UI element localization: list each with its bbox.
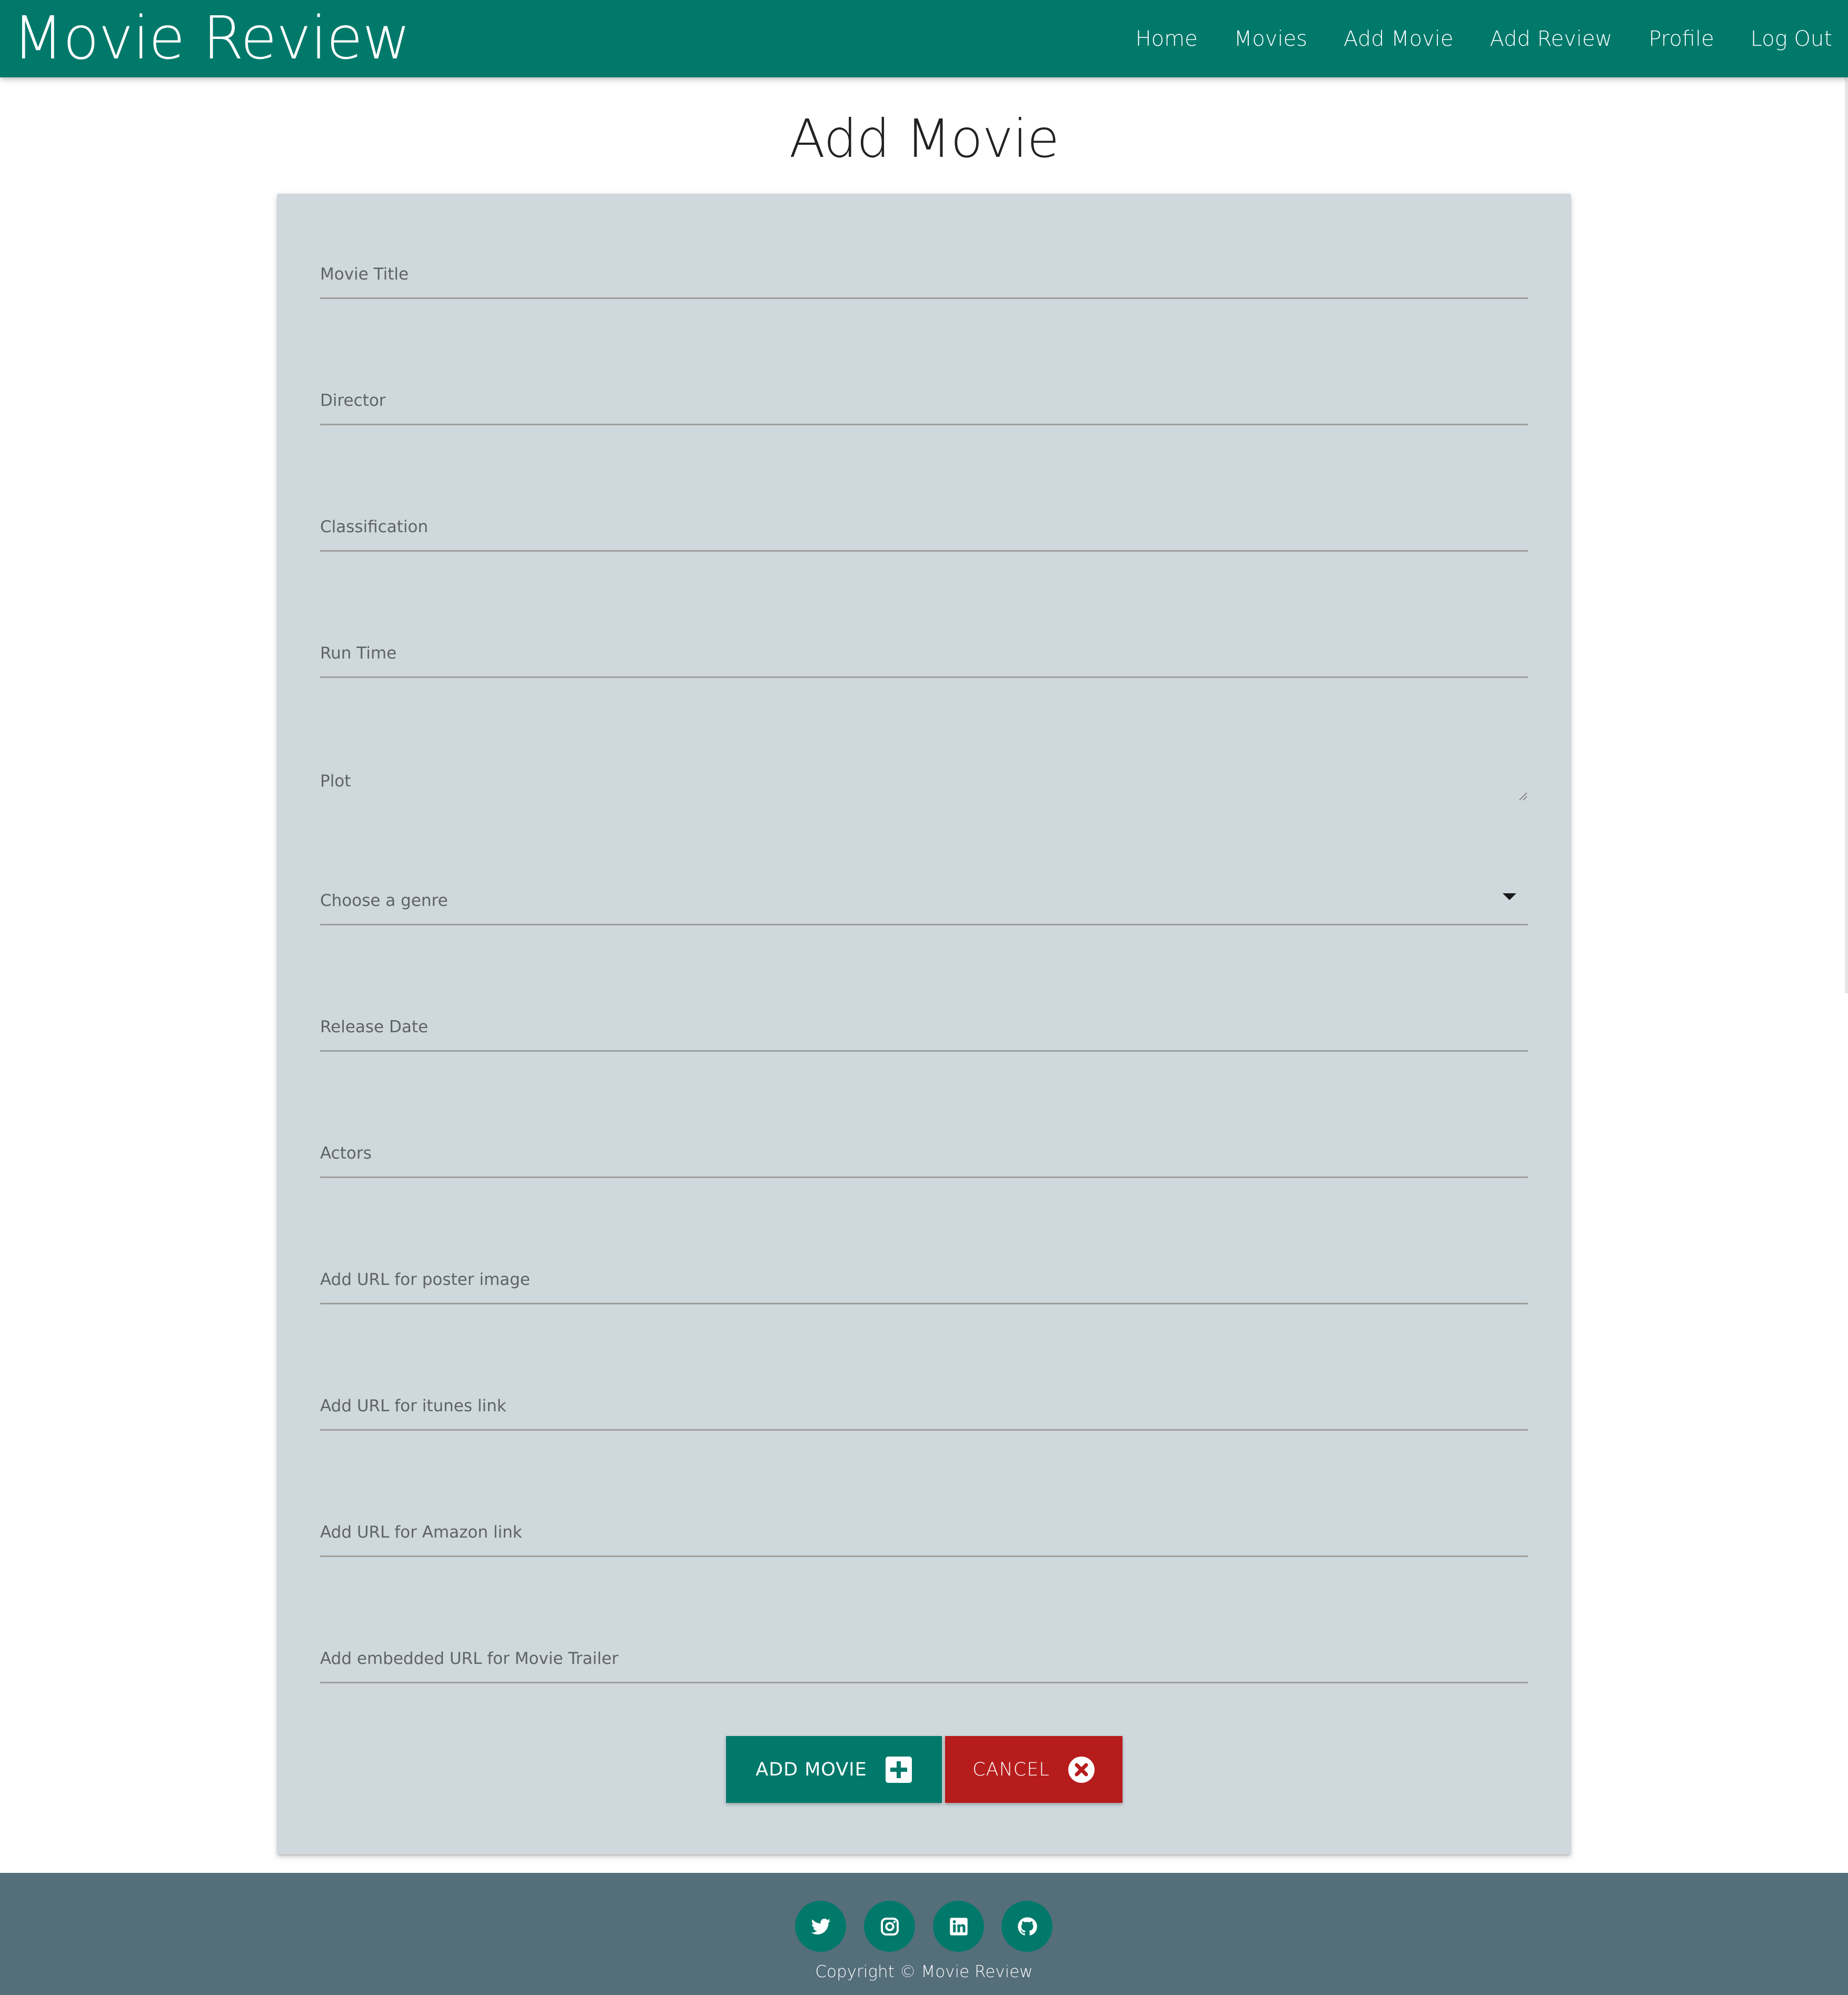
caret-down-icon [1503, 893, 1516, 900]
linkedin-icon [949, 1917, 968, 1936]
page-title: Add Movie [789, 108, 1059, 169]
instagram-icon [880, 1917, 899, 1936]
poster-url-label: Add URL for poster image [320, 1270, 530, 1289]
nav-add-review[interactable]: Add Review [1489, 27, 1612, 51]
run-time-label: Run Time [320, 644, 397, 663]
director-label: Director [320, 391, 386, 410]
nav-profile[interactable]: Profile [1648, 27, 1714, 51]
cancel-button[interactable]: CANCEL [945, 1736, 1122, 1803]
poster-url-field[interactable]: Add URL for poster image [320, 1252, 1528, 1304]
nav-links: Home Movies Add Movie Add Review Profile… [1099, 0, 1832, 77]
footer: Copyright © Movie Review [0, 1873, 1848, 1995]
actors-field[interactable]: Actors [320, 1125, 1528, 1178]
scrollbar[interactable] [1845, 77, 1848, 993]
cancel-button-label: CANCEL [972, 1759, 1050, 1780]
github-icon [1017, 1917, 1037, 1936]
actors-label: Actors [320, 1144, 372, 1163]
add-movie-form: Movie Title Director Classification Run … [277, 194, 1571, 1854]
copyright-text: Copyright © Movie Review [815, 1962, 1033, 1981]
plus-square-icon [885, 1756, 912, 1783]
times-circle-icon [1068, 1756, 1095, 1783]
itunes-url-label: Add URL for itunes link [320, 1396, 506, 1415]
genre-select-label: Choose a genre [320, 891, 448, 910]
classification-label: Classification [320, 517, 429, 536]
classification-field[interactable]: Classification [320, 499, 1528, 552]
add-movie-button-label: ADD MOVIE [756, 1759, 867, 1780]
genre-select[interactable]: Choose a genre [320, 873, 1528, 925]
trailer-url-field[interactable]: Add embedded URL for Movie Trailer [320, 1631, 1528, 1683]
plot-label: Plot [320, 772, 351, 791]
trailer-url-label: Add embedded URL for Movie Trailer [320, 1649, 619, 1668]
release-date-field[interactable]: Release Date [320, 999, 1528, 1052]
nav-log-out[interactable]: Log Out [1751, 27, 1832, 51]
director-field[interactable]: Director [320, 373, 1528, 425]
nav-home[interactable]: Home [1136, 27, 1198, 51]
movie-title-field[interactable]: Movie Title [320, 246, 1528, 299]
add-movie-button[interactable]: ADD MOVIE [726, 1736, 942, 1803]
itunes-url-field[interactable]: Add URL for itunes link [320, 1378, 1528, 1431]
nav-add-movie[interactable]: Add Movie [1344, 27, 1454, 51]
instagram-link[interactable] [864, 1901, 915, 1952]
release-date-label: Release Date [320, 1018, 429, 1036]
navbar: Movie Review Home Movies Add Movie Add R… [0, 0, 1848, 77]
nav-movies[interactable]: Movies [1234, 27, 1307, 51]
github-link[interactable] [1001, 1901, 1052, 1952]
twitter-link[interactable] [795, 1901, 846, 1952]
brand-logo[interactable]: Movie Review [13, 3, 411, 74]
run-time-field[interactable]: Run Time [320, 625, 1528, 678]
twitter-icon [811, 1918, 830, 1934]
plot-textarea[interactable]: Plot [320, 752, 1528, 804]
linkedin-link[interactable] [933, 1901, 984, 1952]
amazon-url-label: Add URL for Amazon link [320, 1523, 522, 1542]
movie-title-label: Movie Title [320, 265, 409, 284]
amazon-url-field[interactable]: Add URL for Amazon link [320, 1504, 1528, 1557]
resize-grip-icon[interactable] [1516, 790, 1528, 801]
